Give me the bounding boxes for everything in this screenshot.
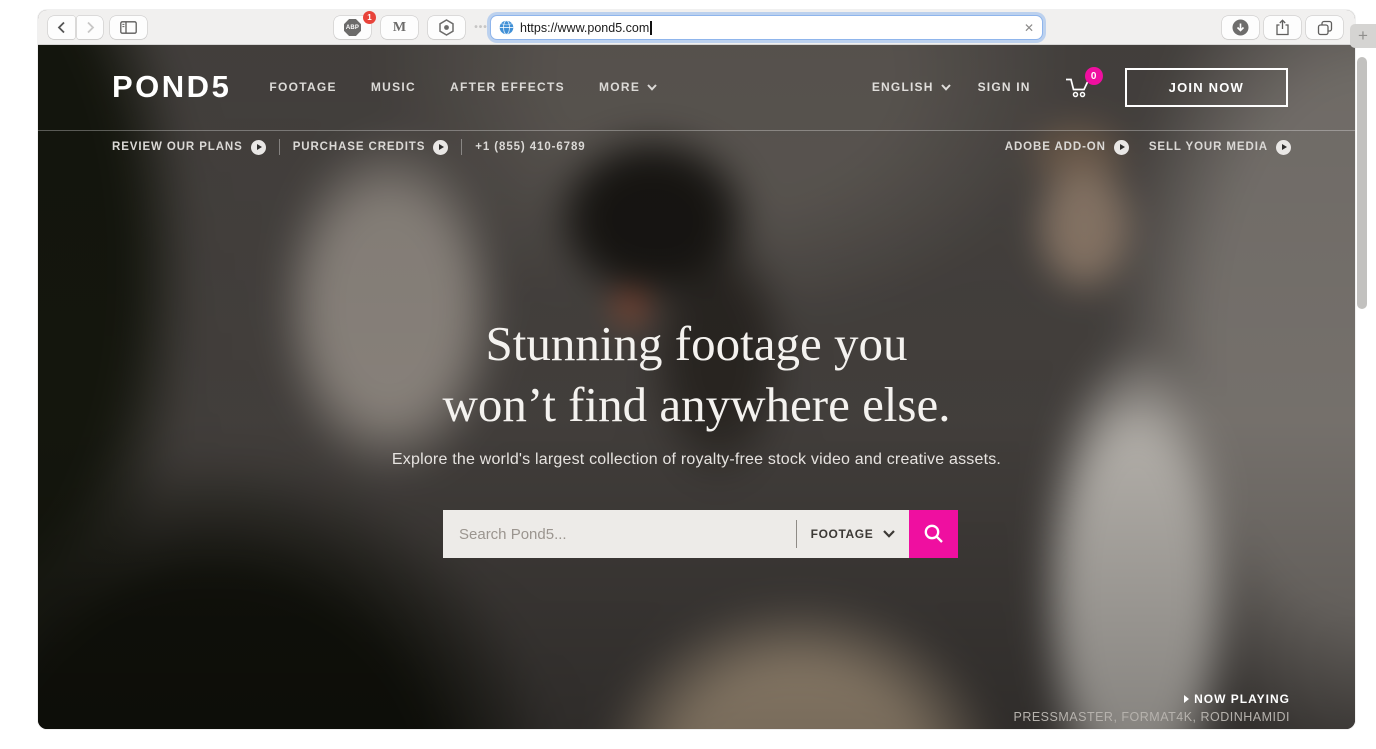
header-divider-line xyxy=(38,130,1355,131)
nav-item-music[interactable]: MUSIC xyxy=(371,80,416,94)
search-category-dropdown[interactable]: FOOTAGE xyxy=(797,510,909,558)
downloads-button[interactable] xyxy=(1222,16,1259,39)
subheader-separator xyxy=(461,139,462,155)
hero-subtitle: Explore the world's largest collection o… xyxy=(38,451,1355,469)
chevron-down-icon xyxy=(883,530,895,538)
browser-toolbar: ABP 1 M ••• https://www.pond5.com ✕ xyxy=(38,10,1355,45)
main-navigation: FOOTAGE MUSIC AFTER EFFECTS MORE xyxy=(269,80,657,94)
pond5-logo[interactable]: POND5 xyxy=(112,69,231,105)
sign-in-link[interactable]: SIGN IN xyxy=(978,80,1031,94)
share-icon xyxy=(1275,19,1290,36)
sidebar-icon xyxy=(120,21,137,34)
m-extension-button[interactable]: M xyxy=(381,16,418,39)
subheader-right-links: ADOBE ADD-ON SELL YOUR MEDIA xyxy=(1005,140,1291,155)
hero-title-line1: Stunning footage you xyxy=(38,313,1355,374)
share-button[interactable] xyxy=(1264,16,1301,39)
nav-item-more[interactable]: MORE xyxy=(599,80,657,94)
chevron-left-icon xyxy=(57,21,66,34)
hexagon-extension-button[interactable] xyxy=(428,16,465,39)
review-plans-link[interactable]: REVIEW OUR PLANS xyxy=(112,140,266,155)
hero-title-line2: won’t find anywhere else. xyxy=(38,374,1355,435)
chevron-right-icon xyxy=(86,21,95,34)
hexagon-icon xyxy=(438,19,455,36)
join-now-button[interactable]: JOIN NOW xyxy=(1125,68,1288,107)
site-subheader: REVIEW OUR PLANS PURCHASE CREDITS +1 (85… xyxy=(112,137,1291,157)
forward-button[interactable] xyxy=(77,16,103,39)
now-playing-label: NOW PLAYING xyxy=(1013,692,1290,706)
adblock-extension-button[interactable]: ABP 1 xyxy=(334,16,371,39)
circle-arrow-icon xyxy=(1276,140,1291,155)
download-icon xyxy=(1232,19,1249,36)
sidebar-toggle-button[interactable] xyxy=(110,16,147,39)
adblock-icon: ABP xyxy=(344,19,361,36)
back-button[interactable] xyxy=(48,16,75,39)
new-tab-button[interactable]: + xyxy=(1350,24,1376,48)
chevron-down-icon xyxy=(647,84,657,91)
tab-overview-button[interactable] xyxy=(1306,16,1343,39)
address-bar[interactable]: https://www.pond5.com ✕ xyxy=(490,15,1043,40)
m-extension-icon: M xyxy=(393,20,406,36)
nav-item-after-effects[interactable]: AFTER EFFECTS xyxy=(450,80,565,94)
language-selector[interactable]: ENGLISH xyxy=(872,80,951,94)
search-bar: FOOTAGE xyxy=(443,510,958,558)
adblock-badge: 1 xyxy=(363,11,376,24)
cart-button[interactable]: 0 xyxy=(1064,75,1092,99)
circle-arrow-icon xyxy=(1114,140,1129,155)
now-playing-panel: NOW PLAYING PRESSMASTER, FORMAT4K, RODIN… xyxy=(1013,692,1290,724)
header-right-controls: ENGLISH SIGN IN 0 JOIN NOW xyxy=(872,68,1288,107)
phone-number: +1 (855) 410-6789 xyxy=(475,141,585,153)
scrollbar-thumb[interactable] xyxy=(1357,57,1367,309)
sell-your-media-link[interactable]: SELL YOUR MEDIA xyxy=(1149,140,1291,155)
globe-icon xyxy=(499,20,514,35)
search-input[interactable] xyxy=(443,510,796,558)
nav-item-footage[interactable]: FOOTAGE xyxy=(269,80,337,94)
text-caret xyxy=(650,21,652,35)
browser-window: ABP 1 M ••• https://www.pond5.com ✕ xyxy=(38,10,1355,729)
now-playing-credits[interactable]: PRESSMASTER, FORMAT4K, RODINHAMIDI xyxy=(1013,710,1290,724)
circle-arrow-icon xyxy=(251,140,266,155)
site-header: POND5 FOOTAGE MUSIC AFTER EFFECTS MORE E… xyxy=(112,61,1288,113)
pond5-homepage: POND5 FOOTAGE MUSIC AFTER EFFECTS MORE E… xyxy=(38,45,1355,729)
tabs-icon xyxy=(1317,20,1333,36)
subheader-separator xyxy=(279,139,280,155)
clear-url-icon[interactable]: ✕ xyxy=(1024,21,1034,35)
purchase-credits-link[interactable]: PURCHASE CREDITS xyxy=(293,140,449,155)
search-button[interactable] xyxy=(909,510,958,558)
search-icon xyxy=(923,523,945,545)
chevron-down-icon xyxy=(941,84,951,91)
play-icon xyxy=(1184,695,1189,703)
hero-title: Stunning footage you won’t find anywhere… xyxy=(38,313,1355,435)
cart-count-badge: 0 xyxy=(1085,67,1103,85)
adobe-addon-link[interactable]: ADOBE ADD-ON xyxy=(1005,140,1129,155)
url-text: https://www.pond5.com xyxy=(520,21,649,35)
circle-arrow-icon xyxy=(433,140,448,155)
